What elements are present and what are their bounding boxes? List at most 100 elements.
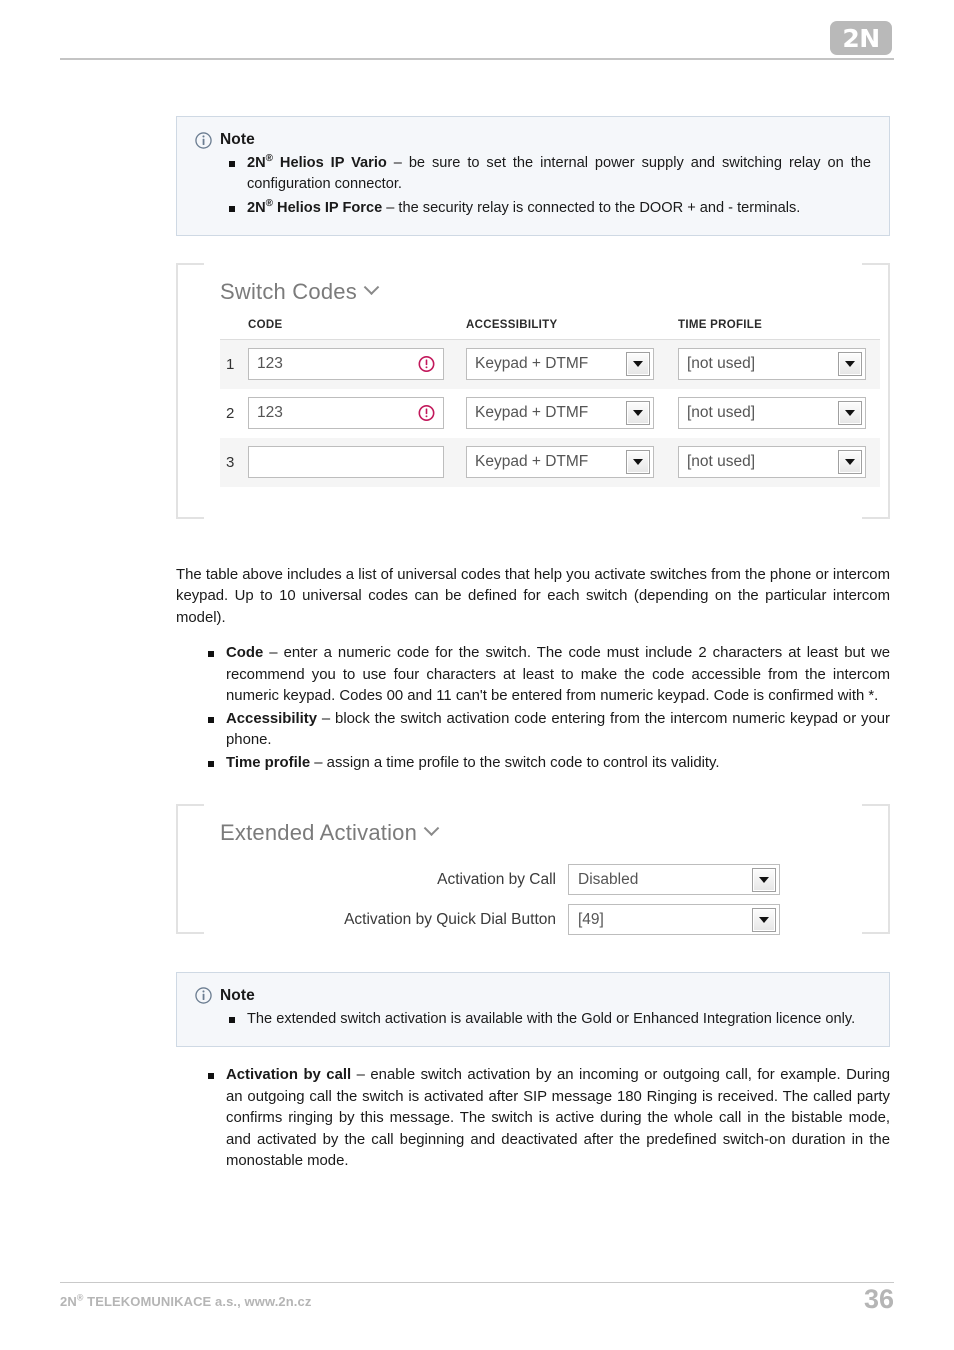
time-profile-select[interactable]: [not used] <box>678 348 866 381</box>
code-cell <box>248 446 466 479</box>
panel-corner-bottom-right <box>862 907 890 934</box>
activation-by-quick-dial-row: Activation by Quick Dial Button [49] <box>220 900 872 940</box>
panel-edge-left <box>176 262 178 519</box>
extended-activation-title-row[interactable]: Extended Activation <box>220 820 872 846</box>
switch-codes-panel: Switch Codes CODE ACCESSIBILITY TIME PRO… <box>176 262 890 519</box>
note-bottom-item-1: The extended switch activation is availa… <box>225 1009 871 1030</box>
note-item-2-text: – the security relay is connected to the… <box>382 199 801 216</box>
table-row: 2 123 Keypad + DTMF [not used] <box>220 388 880 438</box>
column-header-accessibility: ACCESSIBILITY <box>466 318 558 331</box>
accessibility-select[interactable]: Keypad + DTMF <box>466 348 654 381</box>
note-top-title: Note <box>220 131 255 148</box>
code-input[interactable] <box>248 446 444 479</box>
extended-activation-fields: Activation by Call Disabled Activation b… <box>220 860 872 940</box>
info-circle-icon <box>195 131 212 149</box>
page-footer: 2N® TELEKOMUNIKACE a.s., www.2n.cz 36 <box>0 1272 954 1350</box>
row-number: 2 <box>226 404 235 422</box>
chevron-down-icon[interactable] <box>363 279 380 296</box>
dropdown-arrow-icon[interactable] <box>752 868 776 893</box>
time-profile-select[interactable]: [not used] <box>678 397 866 430</box>
desc-code: – enter a numeric code for the switch. T… <box>226 645 890 705</box>
note-top-item-1: 2N® Helios IP Vario – be sure to set the… <box>225 153 871 196</box>
panel-edge-right <box>888 262 890 519</box>
panel-corner-top-right <box>862 803 890 830</box>
activation-by-call-value: Disabled <box>578 870 639 888</box>
term-activation-by-call: Activation by call <box>226 1067 352 1084</box>
switch-codes-header-row: CODE ACCESSIBILITY TIME PROFILE <box>220 319 880 340</box>
error-exclamation-icon <box>418 356 435 373</box>
time-profile-select[interactable]: [not used] <box>678 446 866 479</box>
note-item-2-reg: ® <box>265 197 273 209</box>
time-profile-cell: [not used] <box>678 348 880 381</box>
column-header-time-profile: TIME PROFILE <box>678 318 763 331</box>
panel-edge-left <box>176 803 178 934</box>
activation-by-call-select[interactable]: Disabled <box>568 864 780 896</box>
list-item: Time profile – assign a time profile to … <box>204 753 890 774</box>
code-cell: 123 <box>248 397 466 430</box>
info-circle-icon <box>195 987 212 1005</box>
dropdown-arrow-icon[interactable] <box>626 401 650 426</box>
list-item: Activation by call – enable switch activ… <box>204 1065 890 1172</box>
note-item-1-reg: ® <box>265 153 273 165</box>
accessibility-select[interactable]: Keypad + DTMF <box>466 446 654 479</box>
switch-codes-table: CODE ACCESSIBILITY TIME PROFILE 1 123 Ke… <box>220 319 880 487</box>
time-profile-select-value: [not used] <box>687 355 756 373</box>
footer-company-brand: 2N <box>60 1294 77 1309</box>
row-number: 1 <box>226 355 235 373</box>
list-item: Accessibility – block the switch activat… <box>204 709 890 752</box>
activation-by-call-label: Activation by Call <box>437 870 556 888</box>
time-profile-cell: [not used] <box>678 397 880 430</box>
table-row: 3 Keypad + DTMF [not used] <box>220 437 880 487</box>
column-header-spacer <box>220 319 248 331</box>
note-bottom-title: Note <box>220 986 255 1004</box>
code-input-value: 123 <box>257 355 283 373</box>
note-item-2-brand: 2N <box>247 199 266 216</box>
accessibility-cell: Keypad + DTMF <box>466 397 678 430</box>
time-profile-cell: [not used] <box>678 446 880 479</box>
field-description-list: Code – enter a numeric code for the swit… <box>176 643 890 774</box>
footer-divider <box>60 1282 894 1283</box>
accessibility-select-value: Keypad + DTMF <box>475 453 589 471</box>
dropdown-arrow-icon[interactable] <box>838 352 862 377</box>
panel-corner-top-right <box>862 262 890 289</box>
accessibility-select-value: Keypad + DTMF <box>475 404 589 422</box>
final-bullet-list: Activation by call – enable switch activ… <box>176 1065 890 1172</box>
footer-company-rest: TELEKOMUNIKACE a.s., www.2n.cz <box>83 1294 312 1309</box>
note-item-2-model: Helios IP Force <box>272 199 383 216</box>
time-profile-select-value: [not used] <box>687 453 756 471</box>
intro-paragraph: The table above includes a list of unive… <box>176 566 890 626</box>
desc-time-profile: – assign a time profile to the switch co… <box>310 754 720 771</box>
activation-by-quick-dial-label: Activation by Quick Dial Button <box>344 910 556 928</box>
activation-by-call-row: Activation by Call Disabled <box>220 860 872 900</box>
accessibility-select[interactable]: Keypad + DTMF <box>466 397 654 430</box>
page-content: Note 2N® Helios IP Vario – be sure to se… <box>176 0 890 1173</box>
activation-by-quick-dial-value: [49] <box>578 910 604 928</box>
table-row: 1 123 Keypad + DTMF [not used] <box>220 339 880 389</box>
time-profile-select-value: [not used] <box>687 404 756 422</box>
dropdown-arrow-icon[interactable] <box>838 401 862 426</box>
dropdown-arrow-icon[interactable] <box>752 908 776 933</box>
panel-corner-bottom-left <box>176 492 204 519</box>
accessibility-cell: Keypad + DTMF <box>466 446 678 479</box>
page-number: 36 <box>863 1284 894 1314</box>
panel-corner-top-left <box>176 803 204 830</box>
note-box-top: Note 2N® Helios IP Vario – be sure to se… <box>176 116 890 236</box>
code-cell: 123 <box>248 348 466 381</box>
dropdown-arrow-icon[interactable] <box>838 450 862 475</box>
panel-corner-bottom-left <box>176 907 204 934</box>
accessibility-cell: Keypad + DTMF <box>466 348 678 381</box>
dropdown-arrow-icon[interactable] <box>626 352 650 377</box>
note-box-bottom: Note The extended switch activation is a… <box>176 971 890 1048</box>
panel-corner-top-left <box>176 262 204 289</box>
switch-codes-title: Switch Codes <box>220 278 357 304</box>
code-input-value: 123 <box>257 404 283 422</box>
code-input[interactable]: 123 <box>248 397 444 430</box>
activation-by-quick-dial-select[interactable]: [49] <box>568 904 780 936</box>
extended-activation-panel: Extended Activation Activation by Call D… <box>176 803 890 936</box>
dropdown-arrow-icon[interactable] <box>626 450 650 475</box>
note-top-item-2: 2N® Helios IP Force – the security relay… <box>225 198 871 219</box>
code-input[interactable]: 123 <box>248 348 444 381</box>
list-item: Code – enter a numeric code for the swit… <box>204 643 890 707</box>
chevron-down-icon[interactable] <box>423 820 440 837</box>
switch-codes-title-row[interactable]: Switch Codes <box>220 279 872 305</box>
